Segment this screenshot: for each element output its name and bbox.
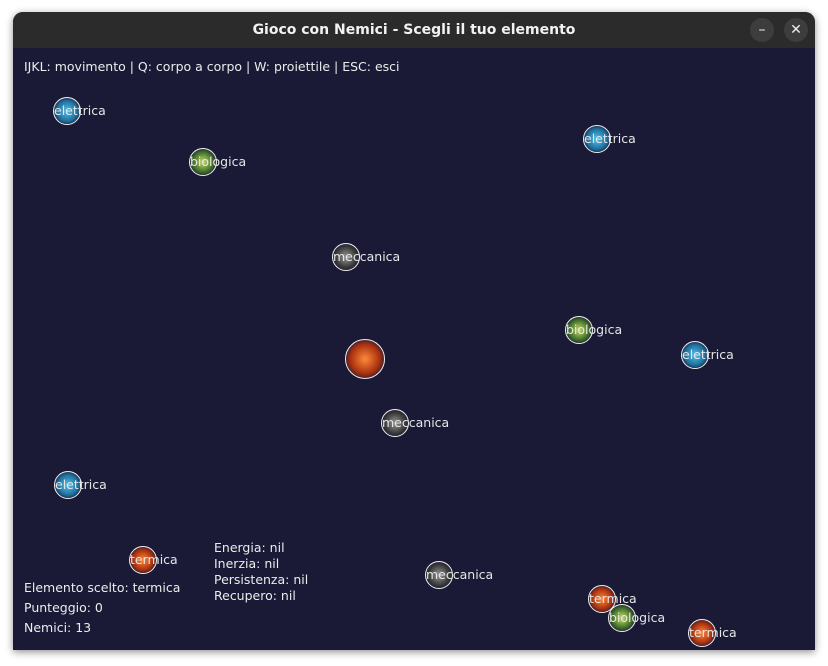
enemy-label: elettrica bbox=[584, 131, 636, 146]
stat-inerzia: Inerzia: nil bbox=[214, 556, 280, 571]
enemy-label: biologica bbox=[609, 610, 666, 625]
score: Punteggio: 0 bbox=[24, 600, 103, 615]
enemy-label: elettrica bbox=[682, 347, 734, 362]
enemy-meccanica: meccanica bbox=[425, 561, 493, 589]
enemy-elettrica: elettrica bbox=[53, 97, 106, 125]
controls-hint: IJKL: movimento | Q: corpo a corpo | W: … bbox=[24, 59, 400, 74]
enemy-elettrica: elettrica bbox=[583, 125, 636, 153]
stat-persistenza: Persistenza: nil bbox=[214, 572, 309, 587]
enemy-termica: termica bbox=[129, 546, 178, 574]
enemy-label: termica bbox=[689, 625, 737, 640]
enemy-biologica: biologica bbox=[608, 604, 665, 632]
minimize-button[interactable]: – bbox=[750, 18, 774, 42]
title-bar[interactable]: Gioco con Nemici - Scegli il tuo element… bbox=[13, 12, 815, 48]
termica-orb-icon bbox=[345, 339, 385, 379]
enemy-label: elettrica bbox=[55, 477, 107, 492]
enemy-label: termica bbox=[130, 552, 178, 567]
enemy-biologica: biologica bbox=[565, 316, 622, 344]
stat-energia: Energia: nil bbox=[214, 540, 285, 555]
enemy-label: meccanica bbox=[382, 415, 450, 430]
enemy-label: meccanica bbox=[426, 567, 494, 582]
game-window: Gioco con Nemici - Scegli il tuo element… bbox=[13, 12, 815, 650]
enemy-label: biologica bbox=[190, 154, 247, 169]
enemy-label: biologica bbox=[566, 322, 623, 337]
status-panel: Elemento scelto: termica Punteggio: 0 Ne… bbox=[24, 578, 180, 638]
close-button[interactable]: ✕ bbox=[784, 18, 808, 42]
enemy-label: meccanica bbox=[333, 249, 401, 264]
window-title: Gioco con Nemici - Scegli il tuo element… bbox=[252, 22, 576, 38]
enemy-elettrica: elettrica bbox=[54, 471, 107, 499]
enemy-label: elettrica bbox=[54, 103, 106, 118]
enemy-meccanica: meccanica bbox=[332, 243, 400, 271]
stats-panel: Energia: nil Inerzia: nil Persistenza: n… bbox=[214, 540, 308, 604]
game-canvas[interactable]: IJKL: movimento | Q: corpo a corpo | W: … bbox=[13, 48, 815, 650]
stat-recupero: Recupero: nil bbox=[214, 588, 296, 603]
selected-element: Elemento scelto: termica bbox=[24, 580, 181, 595]
enemy-meccanica: meccanica bbox=[381, 409, 449, 437]
enemy-elettrica: elettrica bbox=[681, 341, 734, 369]
player bbox=[345, 339, 385, 379]
enemy-termica: termica bbox=[688, 619, 737, 647]
enemy-count: Nemici: 13 bbox=[24, 620, 92, 635]
enemy-biologica: biologica bbox=[189, 148, 246, 176]
